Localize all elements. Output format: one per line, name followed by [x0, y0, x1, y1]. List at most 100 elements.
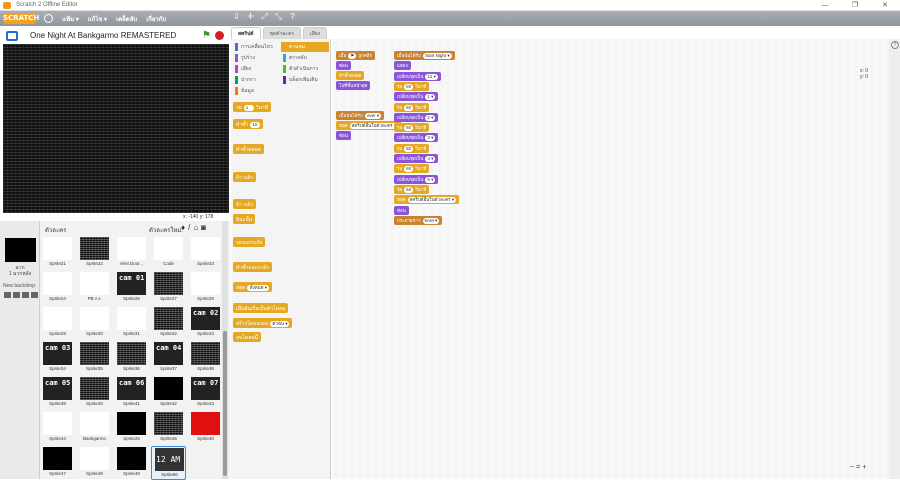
script-block[interactable]: เปลี่ยนชุดเป็น 5 ▾: [394, 174, 439, 184]
scratch-logo[interactable]: SCRATCH: [3, 13, 39, 24]
sprite-tile[interactable]: Sprite31: [114, 306, 149, 340]
upload-backdrop-icon[interactable]: [22, 292, 29, 298]
block-input[interactable]: 60: [404, 186, 414, 193]
palette-block[interactable]: มิฉะนั้น: [233, 214, 256, 224]
sprite-tile[interactable]: Sprite23: [188, 236, 223, 270]
category-item[interactable]: ควบคุม: [281, 42, 329, 52]
sprite-tile[interactable]: Sprite48: [77, 446, 112, 480]
sprite-tile[interactable]: Sprite21: [40, 236, 75, 270]
paint-sprite-icon[interactable]: /: [188, 223, 190, 232]
block-input[interactable]: 60: [404, 104, 414, 111]
project-title[interactable]: One Night At Bankgarmo REMASTERED: [30, 31, 176, 40]
sprite-tile[interactable]: cam 03 Sprite34: [40, 341, 75, 375]
category-item[interactable]: เสียง: [233, 64, 281, 74]
block-input[interactable]: สคริปต์อื่นในตัวละคร ▾: [407, 197, 457, 204]
palette-block[interactable]: ถ้า แล้ว: [233, 199, 256, 209]
category-item[interactable]: ข้อมูล: [233, 86, 281, 96]
zoom-reset-icon[interactable]: =: [856, 464, 860, 471]
sprite-tile[interactable]: Sprite36: [114, 341, 149, 375]
green-flag-icon[interactable]: ⚑: [202, 30, 211, 41]
script-block[interactable]: เปลี่ยนชุดเป็น 2 ▾: [394, 112, 439, 122]
script-block[interactable]: เปลี่ยนชุดเป็น 1 ▾: [394, 92, 439, 102]
category-item[interactable]: การเคลื่อนไหว: [233, 42, 281, 52]
menu-about[interactable]: เกี่ยวกับ: [146, 14, 166, 24]
category-item[interactable]: ปากกา: [233, 75, 281, 85]
block-input[interactable]: 5 ▾: [425, 176, 436, 183]
block-input[interactable]: ตัวฉัน ▾: [270, 321, 290, 327]
tab-costumes[interactable]: ชุดตัวละคร: [262, 27, 301, 39]
tab-scripts[interactable]: สคริปต์: [231, 27, 261, 39]
block-input[interactable]: ทั้งหมด ▾: [247, 285, 270, 291]
palette-block[interactable]: รอ 1 วินาที: [233, 102, 272, 112]
script-block[interactable]: เมื่อฉันได้รับ over ▾: [336, 111, 385, 120]
script-block[interactable]: กระจายข่าว 6AM ▾: [394, 215, 443, 225]
block-input[interactable]: 12 ▾: [425, 73, 438, 80]
stop-icon[interactable]: [215, 31, 224, 40]
block-input[interactable]: 4 ▾: [425, 156, 436, 162]
help-icon[interactable]: ?: [891, 41, 899, 49]
script-block[interactable]: หยุด สคริปต์อื่นในตัวละคร ▾: [336, 121, 402, 130]
palette-block[interactable]: หยุด ทั้งหมด ▾: [233, 282, 273, 292]
block-input[interactable]: 2 ▾: [425, 114, 436, 121]
sprite-tile[interactable]: Vent Door...: [114, 236, 149, 270]
script-block[interactable]: แสดง: [394, 61, 411, 71]
block-input[interactable]: 10: [250, 122, 261, 128]
sprites-scrollbar[interactable]: [222, 221, 228, 479]
stage-canvas[interactable]: [3, 44, 229, 213]
sprite-tile[interactable]: Sprite29: [40, 306, 75, 340]
duplicate-icon[interactable]: ⇩: [232, 12, 241, 22]
block-input[interactable]: Start Night ▾: [422, 53, 452, 59]
scripts-area[interactable]: เมื่อ ⚑ ถูกคลิก ซ่อน ทำซ้ำตลอด ไปที่ชั้นหน้าส…: [332, 39, 889, 479]
block-input[interactable]: 1: [243, 105, 254, 111]
sprite-tile[interactable]: Sprite44: [40, 411, 75, 445]
sprite-tile[interactable]: PB A.I.: [77, 271, 112, 305]
sprite-tile[interactable]: cam 02 Sprite33: [188, 306, 223, 340]
script-block[interactable]: รอ 60 วินาที: [394, 143, 430, 153]
sprite-tile[interactable]: Sprite42: [151, 376, 186, 410]
script-block[interactable]: ซ่อน: [336, 131, 351, 140]
palette-block[interactable]: ทำซ้ำ 10: [233, 119, 264, 129]
sprite-tile[interactable]: Sprite35: [77, 341, 112, 375]
category-item[interactable]: ตรวจจับ: [281, 53, 329, 63]
palette-block[interactable]: ถ้า แล้ว: [233, 172, 256, 182]
script-block[interactable]: หยุด สคริปต์อื่นในตัวละคร ▾: [394, 195, 460, 205]
script-block[interactable]: เปลี่ยนชุดเป็น 12 ▾: [394, 71, 441, 81]
sprite-tile[interactable]: Sprite47: [40, 446, 75, 480]
category-item[interactable]: ตัวดำเนินการ: [281, 64, 329, 74]
sprite-tile[interactable]: Sprite32: [151, 306, 186, 340]
script-block[interactable]: ซ่อน: [394, 205, 409, 215]
palette-block[interactable]: ทำซ้ำตลอด: [233, 144, 264, 154]
sprite-tile[interactable]: Sprite30: [77, 306, 112, 340]
script-block[interactable]: รอ 60 วินาที: [394, 123, 430, 133]
sprite-library-icon[interactable]: ♦: [181, 223, 185, 232]
sprite-tile[interactable]: Sprite25: [114, 411, 149, 445]
block-input[interactable]: ⚑: [348, 53, 357, 59]
palette-block[interactable]: สร้างโคลนของ ตัวฉัน ▾: [233, 318, 293, 328]
stage-thumbnail[interactable]: [5, 238, 36, 262]
block-input[interactable]: 3 ▾: [425, 135, 436, 142]
zoom-out-icon[interactable]: −: [850, 464, 854, 471]
sprite-tile[interactable]: cam 07 Sprite43: [188, 376, 223, 410]
block-input[interactable]: 1 ▾: [425, 94, 436, 101]
category-item[interactable]: บล็อกเพิ่มเติม: [281, 75, 329, 85]
sprite-tile[interactable]: Sprite40: [77, 376, 112, 410]
sprite-tile[interactable]: Sprite27: [151, 271, 186, 305]
maximize-button[interactable]: ❐: [840, 0, 870, 11]
sprite-tile[interactable]: Bankgarmo: [77, 411, 112, 445]
sprite-tile[interactable]: cam 06 Sprite41: [114, 376, 149, 410]
block-input[interactable]: 60: [404, 145, 414, 152]
tab-sounds[interactable]: เสียง: [303, 27, 328, 39]
script-block[interactable]: รอ 60 วินาที: [394, 102, 430, 112]
scrollbar-thumb[interactable]: [223, 331, 227, 476]
menu-file[interactable]: แฟ้ม ▾: [62, 14, 79, 24]
script-block[interactable]: รอ 60 วินาที: [394, 184, 430, 194]
block-input[interactable]: over ▾: [364, 113, 382, 119]
script-block[interactable]: รอ 60 วินาที: [394, 164, 430, 174]
block-input[interactable]: สคริปต์อื่นในตัวละคร ▾: [349, 123, 399, 129]
block-input[interactable]: 60: [404, 83, 414, 90]
language-globe-icon[interactable]: [44, 14, 53, 23]
camera-sprite-icon[interactable]: ◙: [201, 223, 206, 232]
category-item[interactable]: รูปร่าง: [233, 53, 281, 63]
sprite-tile[interactable]: Sprite45: [151, 411, 186, 445]
script-block[interactable]: เมื่อ ⚑ ถูกคลิก: [336, 51, 376, 60]
